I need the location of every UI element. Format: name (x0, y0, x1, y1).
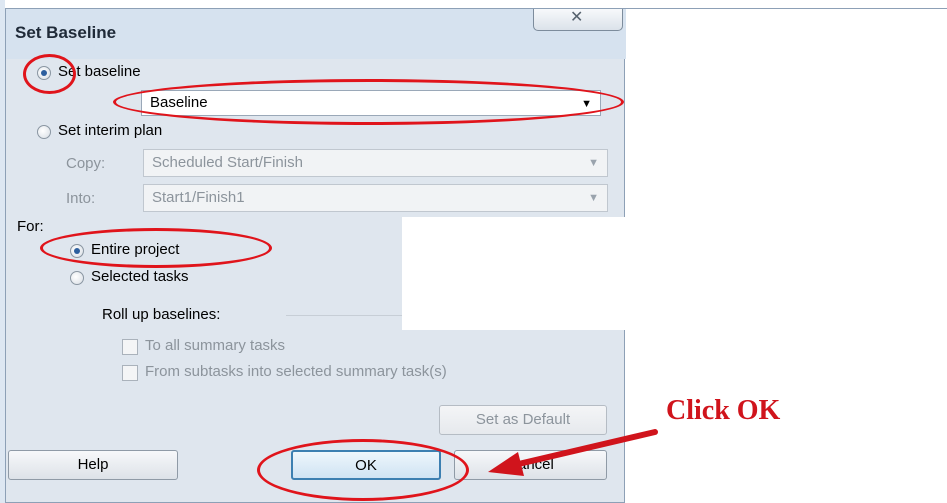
selected-tasks-label: Selected tasks (91, 268, 189, 285)
help-button[interactable]: Help (8, 450, 178, 480)
ok-button[interactable]: OK (291, 450, 441, 480)
set-interim-plan-label: Set interim plan (58, 122, 163, 139)
rollup-label: Roll up baselines: (102, 306, 221, 323)
chevron-down-icon: ▼ (588, 157, 599, 169)
into-label: Into: (66, 190, 96, 207)
for-label: For: (17, 218, 44, 235)
entire-project-radio[interactable] (70, 244, 84, 258)
window-top-border (620, 8, 947, 9)
close-button[interactable]: ✕ (533, 9, 623, 31)
to-all-summary-checkbox[interactable] (122, 339, 138, 355)
dialog-title: Set Baseline (15, 23, 117, 42)
copy-select[interactable]: Scheduled Start/Finish ▼ (143, 149, 608, 177)
copy-select-value: Scheduled Start/Finish (152, 154, 303, 171)
chevron-down-icon: ▼ (581, 98, 592, 110)
set-baseline-radio[interactable] (37, 66, 51, 80)
set-interim-plan-radio[interactable] (37, 125, 51, 139)
white-overlay-block (402, 217, 647, 330)
baseline-select-value: Baseline (150, 94, 208, 111)
set-baseline-label: Set baseline (58, 63, 141, 80)
close-icon: ✕ (570, 9, 584, 26)
from-subtasks-checkbox[interactable] (122, 365, 138, 381)
arrow-icon (488, 429, 658, 476)
baseline-select[interactable]: Baseline ▼ (141, 90, 601, 116)
selected-tasks-radio[interactable] (70, 271, 84, 285)
copy-label: Copy: (66, 155, 106, 172)
to-all-summary-label: To all summary tasks (145, 337, 286, 354)
into-select[interactable]: Start1/Finish1 ▼ (143, 184, 608, 212)
click-ok-callout: Click OK (666, 395, 781, 426)
from-subtasks-label: From subtasks into selected summary task… (145, 363, 447, 380)
into-select-value: Start1/Finish1 (152, 189, 245, 206)
chevron-down-icon: ▼ (588, 192, 599, 204)
entire-project-label: Entire project (91, 241, 180, 258)
